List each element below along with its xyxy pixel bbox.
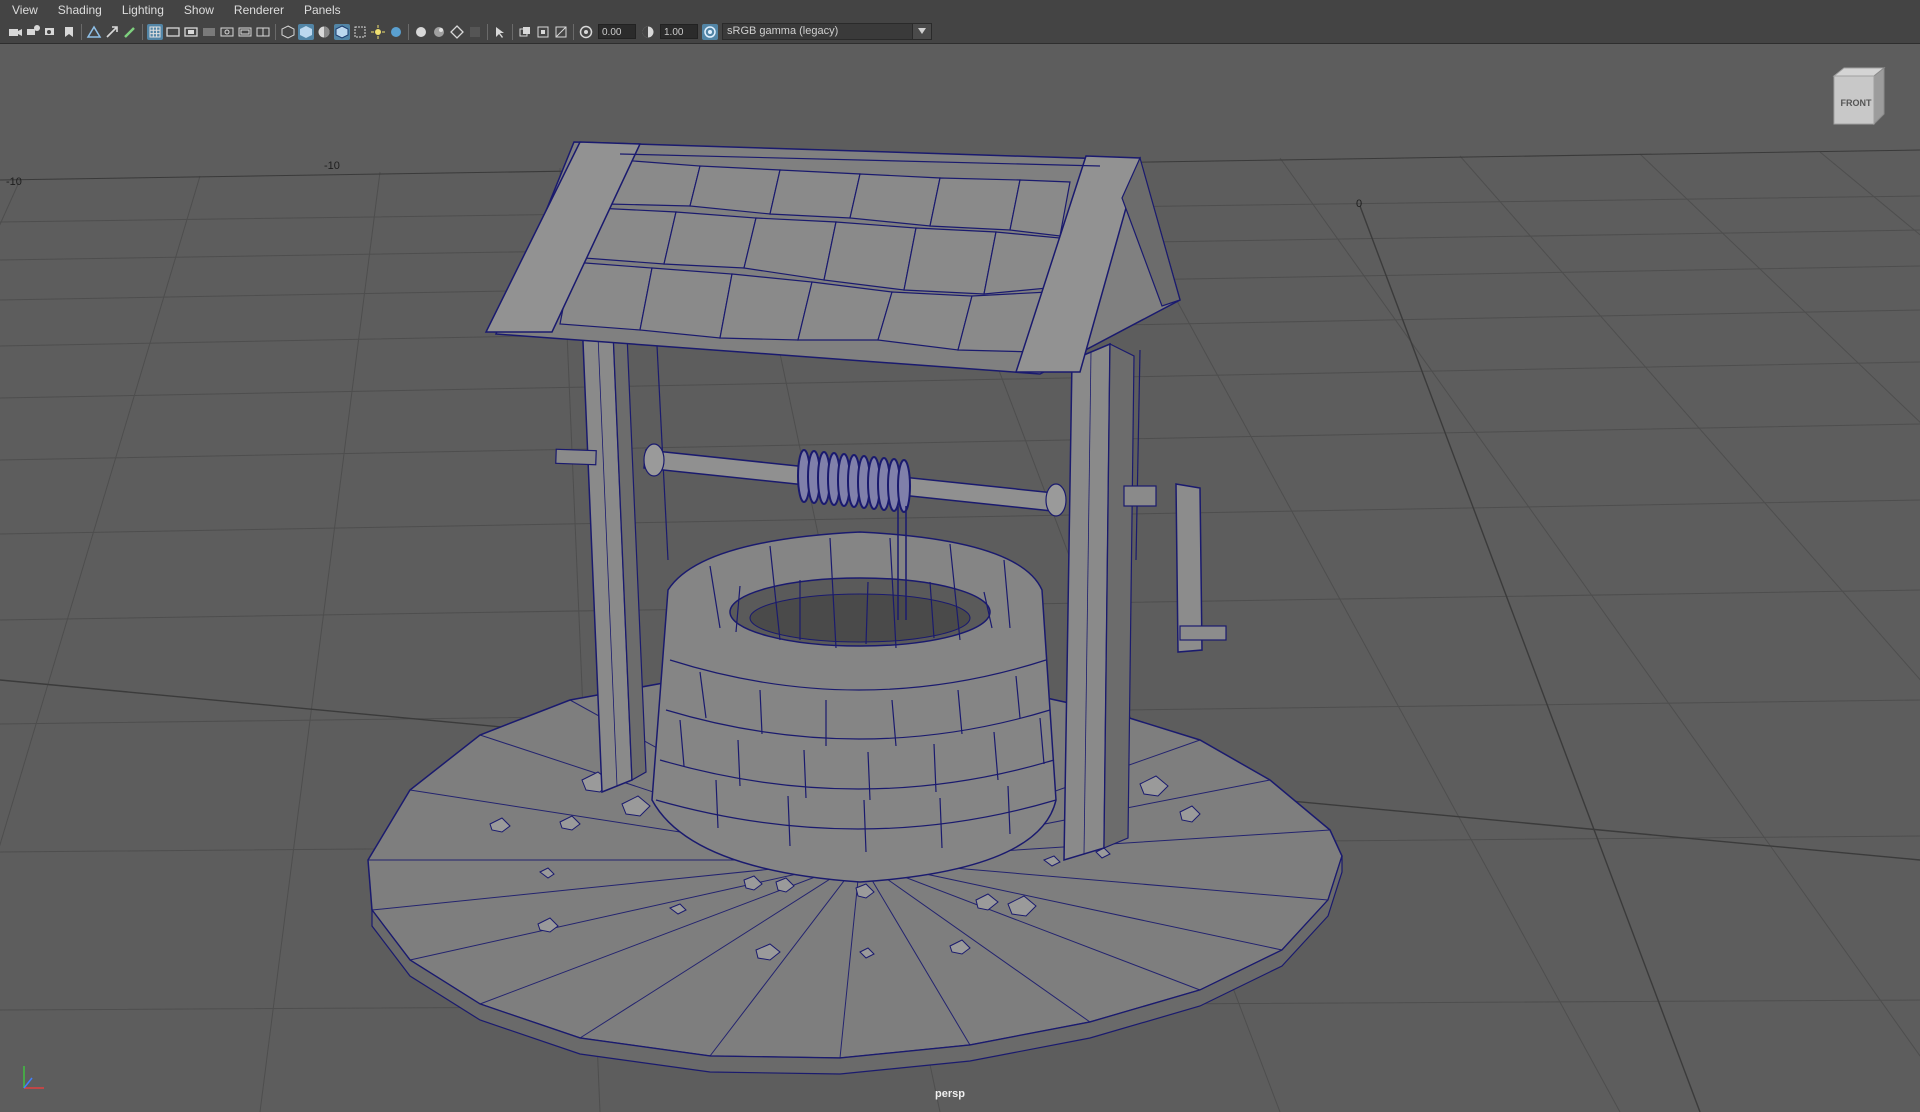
grid-label-left: -10 <box>6 176 22 188</box>
maya-app: View Shading Lighting Show Renderer Pane… <box>0 0 1920 1112</box>
textured-icon[interactable] <box>370 24 386 40</box>
isolate-select-icon[interactable] <box>492 24 508 40</box>
gamma-field[interactable]: 1.00 <box>660 24 698 39</box>
wireframe-icon[interactable] <box>280 24 296 40</box>
panel-toolbar: 0.00 1.00 sRGB gamma (legacy) <box>0 20 1920 44</box>
axis-gizmo <box>23 1066 44 1089</box>
image-plane-icon[interactable] <box>61 24 77 40</box>
well-right-post <box>1063 342 1135 862</box>
color-space-dropdown[interactable]: sRGB gamma (legacy) <box>722 23 932 40</box>
menu-shading[interactable]: Shading <box>48 0 112 20</box>
color-management-icon[interactable] <box>702 23 718 40</box>
view-cube-face-label[interactable]: FRONT <box>1836 98 1876 108</box>
menu-show[interactable]: Show <box>174 0 224 20</box>
exposure-field[interactable]: 0.00 <box>598 24 636 39</box>
2d-pan-zoom-icon[interactable] <box>86 24 102 40</box>
grid-label-origin: 0 <box>1356 198 1363 210</box>
bookmark-icon[interactable] <box>43 24 59 40</box>
camera-icon[interactable] <box>7 24 23 40</box>
pencil-icon[interactable] <box>122 24 138 40</box>
color-space-label: sRGB gamma (legacy) <box>727 25 839 37</box>
grease-pencil-icon[interactable] <box>104 24 120 40</box>
well-roof <box>484 141 1181 375</box>
depth-of-field-icon[interactable] <box>553 24 569 40</box>
chevron-down-icon[interactable] <box>912 24 931 39</box>
xray-joints-icon[interactable] <box>517 24 533 40</box>
gamma-icon[interactable] <box>640 24 656 40</box>
shadows-icon[interactable] <box>413 24 429 40</box>
gate-mask-icon[interactable] <box>201 24 217 40</box>
safe-action-icon[interactable] <box>237 24 253 40</box>
multisample-aa-icon[interactable] <box>467 24 483 40</box>
xray-icon[interactable] <box>352 24 368 40</box>
field-chart-icon[interactable] <box>219 24 235 40</box>
menu-view[interactable]: View <box>0 0 48 20</box>
well-stone-wall <box>651 531 1057 883</box>
perspective-viewport[interactable]: -10 -10 0 FRONT persp <box>0 44 1920 1112</box>
camera-name-label: persp <box>935 1088 965 1100</box>
camera-attributes-icon[interactable] <box>25 24 41 40</box>
menu-panels[interactable]: Panels <box>294 0 351 20</box>
scene-canvas[interactable] <box>0 44 1920 1112</box>
safe-title-icon[interactable] <box>255 24 271 40</box>
panel-menu-bar: View Shading Lighting Show Renderer Pane… <box>0 0 1920 20</box>
screen-space-ao-icon[interactable] <box>431 24 447 40</box>
menu-lighting[interactable]: Lighting <box>112 0 174 20</box>
motion-blur-icon[interactable] <box>449 24 465 40</box>
view-cube[interactable] <box>1826 64 1892 130</box>
default-material-icon[interactable] <box>316 24 332 40</box>
film-gate-icon[interactable] <box>165 24 181 40</box>
use-all-lights-icon[interactable] <box>388 24 404 40</box>
wireframe-on-shaded-icon[interactable] <box>334 23 350 40</box>
smooth-shade-icon[interactable] <box>298 23 314 40</box>
grid-label-mid: -10 <box>324 160 340 172</box>
backface-culling-icon[interactable] <box>535 24 551 40</box>
grid-icon[interactable] <box>147 23 163 40</box>
resolution-gate-icon[interactable] <box>183 24 199 40</box>
menu-renderer[interactable]: Renderer <box>224 0 294 20</box>
exposure-icon[interactable] <box>578 24 594 40</box>
